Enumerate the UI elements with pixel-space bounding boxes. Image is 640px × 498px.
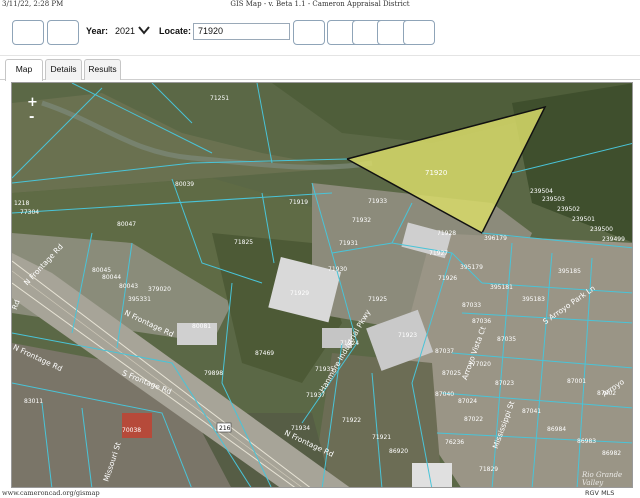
svg-text:71923: 71923 (398, 332, 417, 339)
svg-text:87022: 87022 (464, 416, 483, 423)
tab-map[interactable]: Map (5, 59, 43, 81)
svg-text:239500: 239500 (590, 226, 613, 233)
locate-label: Locate: (159, 26, 192, 36)
svg-text:395179: 395179 (460, 264, 483, 271)
tool-button-7[interactable] (403, 20, 435, 45)
print-footer: www.cameroncad.org/gismap RGV MLS (0, 489, 640, 498)
svg-text:83011: 83011 (24, 398, 43, 405)
svg-text:87041: 87041 (522, 408, 541, 415)
svg-text:239504: 239504 (530, 188, 553, 195)
svg-text:71927: 71927 (429, 250, 448, 257)
svg-text:77304: 77304 (20, 209, 39, 216)
svg-text:395185: 395185 (558, 268, 581, 275)
year-label: Year: (86, 26, 109, 36)
svg-text:76236: 76236 (445, 439, 464, 446)
svg-text:80039: 80039 (175, 181, 194, 188)
tool-button-1[interactable] (12, 20, 44, 45)
year-select[interactable]: 2021 (115, 26, 135, 36)
svg-text:216: 216 (219, 425, 231, 432)
svg-text:239501: 239501 (572, 216, 595, 223)
tab-details[interactable]: Details (45, 59, 82, 80)
svg-text:395183: 395183 (522, 296, 545, 303)
svg-text:1218: 1218 (14, 200, 29, 207)
svg-text:71922: 71922 (342, 417, 361, 424)
svg-text:79898: 79898 (204, 370, 223, 377)
mls-label: RGV MLS (585, 489, 615, 497)
tab-bar: Map Details Results (0, 57, 640, 81)
svg-text:70038: 70038 (122, 427, 141, 434)
svg-text:239503: 239503 (542, 196, 565, 203)
svg-text:71919: 71919 (289, 199, 308, 206)
svg-text:71825: 71825 (234, 239, 253, 246)
svg-text:87035: 87035 (497, 336, 516, 343)
svg-text:379020: 379020 (148, 286, 171, 293)
print-url: www.cameroncad.org/gismap (2, 489, 100, 497)
svg-text:87033: 87033 (462, 302, 481, 309)
tool-button-2[interactable] (47, 20, 79, 45)
svg-text:86920: 86920 (389, 448, 408, 455)
svg-text:71829: 71829 (479, 466, 498, 473)
tool-button-3[interactable] (293, 20, 325, 45)
print-page-title: GIS Map - v. Beta 1.1 - Cameron Appraisa… (230, 0, 410, 8)
svg-text:395331: 395331 (128, 296, 151, 303)
svg-text:239499: 239499 (602, 236, 625, 243)
svg-text:80081: 80081 (192, 323, 211, 330)
chevron-down-icon[interactable] (137, 24, 151, 36)
zoom-out-button[interactable]: - (29, 111, 34, 124)
svg-text:71932: 71932 (352, 217, 371, 224)
svg-text:395181: 395181 (490, 284, 513, 291)
toolbar: Year: 2021 Locate: 71920 (0, 12, 640, 56)
map-view[interactable]: 71920 71251 80039 71919 71933 71932 7193… (11, 82, 633, 488)
svg-text:396179: 396179 (484, 235, 507, 242)
svg-text:71925: 71925 (368, 296, 387, 303)
svg-text:86984: 86984 (547, 426, 566, 433)
svg-text:71933: 71933 (368, 198, 387, 205)
svg-text:71921: 71921 (372, 434, 391, 441)
svg-text:87024: 87024 (458, 398, 477, 405)
svg-text:87025: 87025 (442, 370, 461, 377)
svg-text:80045: 80045 (92, 267, 111, 274)
svg-text:71931: 71931 (339, 240, 358, 247)
watermark-text: Rio Grande Valley (582, 471, 623, 487)
svg-text:87040: 87040 (435, 391, 454, 398)
svg-text:86983: 86983 (577, 438, 596, 445)
svg-text:80043: 80043 (119, 283, 138, 290)
svg-text:71926: 71926 (438, 275, 457, 282)
highway-shield-icon: 216 (216, 422, 232, 433)
svg-text:71928: 71928 (437, 230, 456, 237)
tab-results[interactable]: Results (84, 59, 121, 80)
svg-text:87023: 87023 (495, 380, 514, 387)
selected-parcel-label: 71920 (425, 169, 447, 177)
zoom-in-button[interactable]: + (27, 96, 38, 109)
svg-text:87469: 87469 (255, 350, 274, 357)
svg-text:86982: 86982 (602, 450, 621, 457)
svg-text:71251: 71251 (210, 95, 229, 102)
svg-text:87037: 87037 (435, 348, 454, 355)
svg-text:87036: 87036 (472, 318, 491, 325)
svg-text:239502: 239502 (557, 206, 580, 213)
aerial-map[interactable]: 71920 71251 80039 71919 71933 71932 7193… (12, 83, 633, 488)
svg-text:71929: 71929 (290, 290, 309, 297)
svg-text:80044: 80044 (102, 274, 121, 281)
svg-text:80047: 80047 (117, 221, 136, 228)
print-header: 3/11/22, 2:28 PM GIS Map - v. Beta 1.1 -… (0, 0, 640, 10)
svg-text:71930: 71930 (328, 266, 347, 273)
svg-text:87001: 87001 (567, 378, 586, 385)
locate-input[interactable]: 71920 (193, 23, 290, 40)
